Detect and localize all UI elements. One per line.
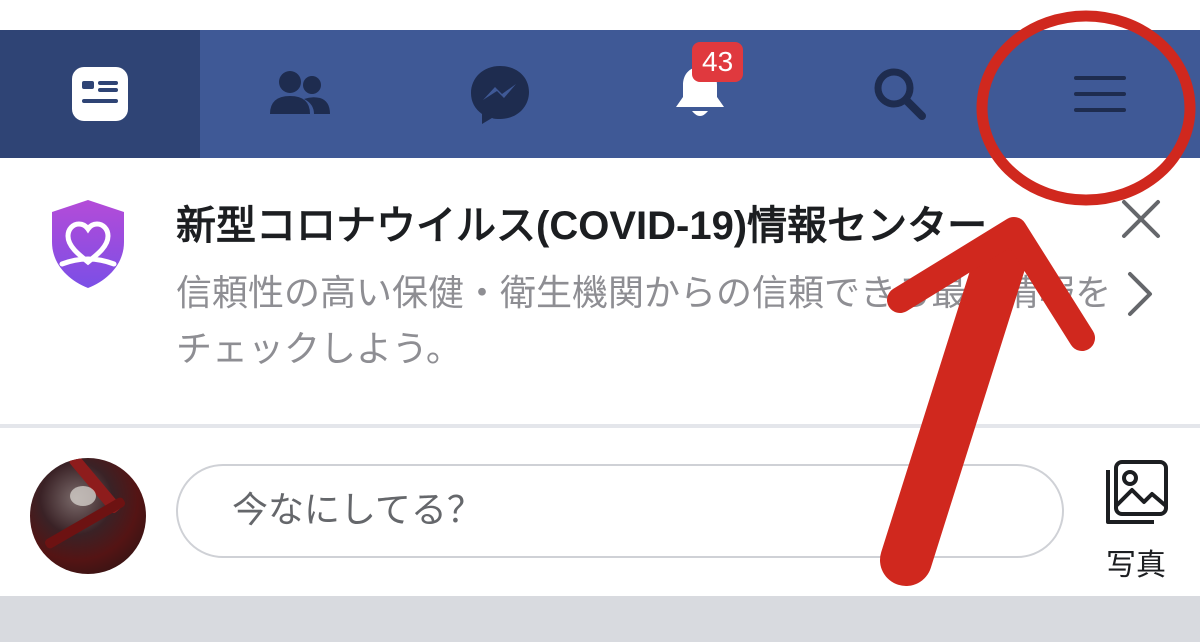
tab-messenger[interactable] bbox=[400, 30, 600, 158]
hamburger-menu-icon bbox=[1072, 70, 1128, 118]
friends-icon bbox=[268, 68, 332, 120]
tab-friends[interactable] bbox=[200, 30, 400, 158]
tab-menu[interactable] bbox=[1000, 30, 1200, 158]
photo-button[interactable]: 写真 bbox=[1098, 458, 1174, 583]
notification-count-badge: 43 bbox=[692, 42, 744, 82]
chevron-right-icon[interactable] bbox=[1122, 270, 1158, 322]
feed-background bbox=[0, 596, 1200, 642]
close-icon[interactable] bbox=[1120, 198, 1162, 244]
post-composer: 今なにしてる？ 写真 bbox=[0, 428, 1200, 596]
photo-label: 写真 bbox=[1106, 548, 1166, 583]
photo-gallery-icon bbox=[1102, 458, 1170, 532]
covid-card-title: 新型コロナウイルス(COVID-19)情報センター bbox=[176, 204, 988, 248]
top-navigation-bar bbox=[0, 30, 1200, 158]
status-area bbox=[0, 0, 1200, 30]
covid-info-center-card[interactable]: 新型コロナウイルス(COVID-19)情報センター 信頼性の高い保健・衛生機関か… bbox=[0, 158, 1200, 424]
covid-shield-heart-icon bbox=[48, 198, 128, 294]
tab-search[interactable] bbox=[800, 30, 1000, 158]
messenger-icon bbox=[468, 62, 532, 126]
news-feed-icon bbox=[70, 65, 130, 123]
status-input[interactable]: 今なにしてる？ bbox=[176, 464, 1064, 558]
covid-card-description: 信頼性の高い保健・衛生機関からの信頼できる最新情報をチェックしよう。 bbox=[176, 273, 1112, 370]
search-icon bbox=[870, 64, 930, 124]
avatar[interactable] bbox=[30, 458, 146, 574]
tab-news-feed[interactable] bbox=[0, 30, 200, 158]
